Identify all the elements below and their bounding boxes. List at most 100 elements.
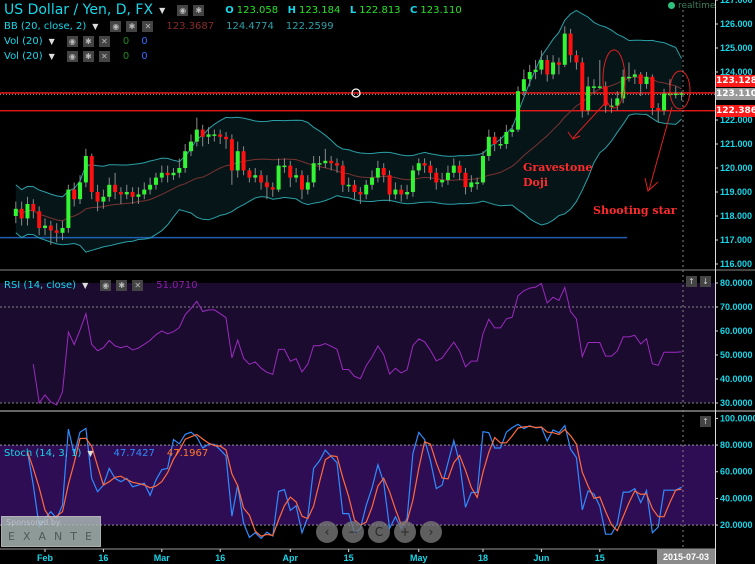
price-tick-label: 125.000 bbox=[720, 43, 753, 53]
eye-icon[interactable]: ◉ bbox=[177, 4, 189, 16]
scroll-right-button[interactable]: › bbox=[420, 521, 442, 543]
candle-down bbox=[200, 129, 205, 137]
candle-down bbox=[259, 175, 264, 183]
stoch-k-value: 47.7427 bbox=[113, 448, 155, 459]
candle-up bbox=[148, 184, 153, 190]
rsi-tick-label: 80.0000 bbox=[720, 278, 753, 288]
realtime-label: realtime bbox=[678, 1, 716, 11]
price-tick-label: 117.000 bbox=[720, 235, 752, 245]
candle-down bbox=[650, 76, 655, 108]
candle-down bbox=[264, 182, 269, 188]
stoch-tick-label: 60.0000 bbox=[720, 467, 753, 477]
eye-icon[interactable]: ◉ bbox=[110, 21, 122, 32]
candle-down bbox=[580, 62, 585, 111]
vol-label[interactable]: Vol (20) bbox=[4, 51, 43, 62]
candle-up bbox=[393, 189, 398, 195]
candle-up bbox=[60, 228, 65, 233]
chevron-down-icon[interactable]: ▼ bbox=[159, 6, 165, 15]
rsi-value: 51.0710 bbox=[156, 280, 198, 291]
candle-down bbox=[54, 230, 59, 233]
eye-icon[interactable]: ◉ bbox=[66, 51, 78, 62]
zoom-out-button[interactable]: − bbox=[342, 521, 364, 543]
candle-up bbox=[25, 204, 30, 219]
chevron-down-icon[interactable]: ▼ bbox=[87, 449, 93, 458]
open-value: 123.058 bbox=[236, 4, 279, 16]
candle-up bbox=[101, 196, 106, 202]
stoch-d-value: 47.1967 bbox=[166, 448, 209, 459]
candle-down bbox=[165, 172, 170, 176]
high-label: H bbox=[287, 4, 296, 16]
candle-down bbox=[352, 184, 357, 192]
candle-up bbox=[405, 192, 410, 195]
sponsor-badge[interactable]: Sponsored by EXANTE bbox=[1, 516, 101, 547]
move-down-icon[interactable]: ↓ bbox=[700, 276, 711, 287]
vol-value: 0 bbox=[122, 51, 130, 62]
reset-chart-button[interactable]: C bbox=[368, 521, 390, 543]
close-icon[interactable]: ✕ bbox=[98, 51, 110, 62]
candle-up bbox=[294, 175, 299, 178]
candle-up bbox=[591, 86, 596, 88]
sponsor-text: Sponsored by bbox=[6, 518, 61, 527]
symbol-title[interactable]: US Dollar / Yen, D, FX bbox=[4, 2, 153, 18]
candle-down bbox=[492, 136, 497, 144]
vol-label[interactable]: Vol (20) bbox=[4, 36, 43, 47]
time-tick-label: 18 bbox=[478, 553, 488, 563]
move-up-icon[interactable]: ↑ bbox=[700, 416, 711, 427]
eye-icon[interactable]: ◉ bbox=[100, 280, 112, 291]
gear-icon[interactable]: ✱ bbox=[82, 36, 94, 47]
candle-down bbox=[72, 189, 77, 200]
candle-up bbox=[475, 182, 480, 184]
candle-up bbox=[416, 163, 421, 171]
eye-icon[interactable]: ◉ bbox=[66, 36, 78, 47]
chevron-down-icon[interactable]: ▼ bbox=[92, 22, 98, 31]
candle-down bbox=[428, 165, 433, 173]
scroll-left-button[interactable]: ‹ bbox=[316, 521, 338, 543]
price-tag-lower: 122.386 bbox=[716, 105, 755, 117]
high-value: 123.184 bbox=[298, 4, 341, 16]
candle-up bbox=[440, 180, 445, 183]
candle-down bbox=[95, 192, 100, 202]
time-tick-label: 16 bbox=[215, 553, 225, 563]
price-tick-label: 126.000 bbox=[720, 19, 753, 29]
chevron-down-icon[interactable]: ▼ bbox=[49, 52, 55, 61]
realtime-indicator: realtime bbox=[668, 1, 715, 11]
candle-down bbox=[422, 163, 427, 166]
rsi-tick-label: 30.0000 bbox=[720, 398, 753, 408]
candle-up bbox=[481, 156, 485, 183]
candle-up bbox=[504, 132, 509, 144]
candle-down bbox=[288, 165, 293, 178]
chevron-down-icon[interactable]: ▼ bbox=[49, 37, 55, 46]
vol-ma-value: 0 bbox=[141, 51, 148, 62]
gear-icon[interactable]: ✱ bbox=[126, 21, 138, 32]
gear-icon[interactable]: ✱ bbox=[82, 51, 94, 62]
bb-lower-value: 122.2599 bbox=[285, 21, 334, 32]
chevron-down-icon[interactable]: ▼ bbox=[82, 281, 88, 290]
candle-down bbox=[457, 165, 462, 173]
candle-up bbox=[551, 62, 556, 75]
move-up-icon[interactable]: ↑ bbox=[686, 276, 697, 287]
gear-icon[interactable]: ✱ bbox=[116, 280, 128, 291]
zoom-in-button[interactable]: + bbox=[394, 521, 416, 543]
bb-label[interactable]: BB (20, close, 2) bbox=[4, 21, 86, 32]
low-value: 122.813 bbox=[359, 4, 401, 16]
time-tick-label: 15 bbox=[344, 553, 354, 563]
candle-down bbox=[118, 192, 123, 195]
candle-up bbox=[370, 177, 375, 185]
candle-down bbox=[434, 172, 439, 183]
candle-up bbox=[276, 165, 281, 190]
candle-down bbox=[130, 192, 135, 197]
candle-down bbox=[381, 168, 386, 176]
close-icon[interactable]: ✕ bbox=[132, 280, 144, 291]
gravestone-doji-label: Gravestone Doji bbox=[523, 161, 593, 189]
time-tick-label: Feb bbox=[37, 553, 54, 563]
candle-down bbox=[48, 225, 53, 231]
stoch-tick-label: 80.0000 bbox=[720, 440, 753, 450]
candle-up bbox=[282, 165, 287, 168]
close-icon[interactable]: ✕ bbox=[98, 36, 110, 47]
gear-icon[interactable]: ✱ bbox=[193, 4, 205, 16]
stoch-label[interactable]: Stoch (14, 3, 1) bbox=[4, 448, 81, 459]
rsi-legend: RSI (14, close) ▼ ◉ ✱ ✕ 51.0710 bbox=[4, 280, 198, 291]
candle-down bbox=[358, 192, 363, 195]
rsi-label[interactable]: RSI (14, close) bbox=[4, 280, 76, 291]
close-icon[interactable]: ✕ bbox=[142, 21, 154, 32]
